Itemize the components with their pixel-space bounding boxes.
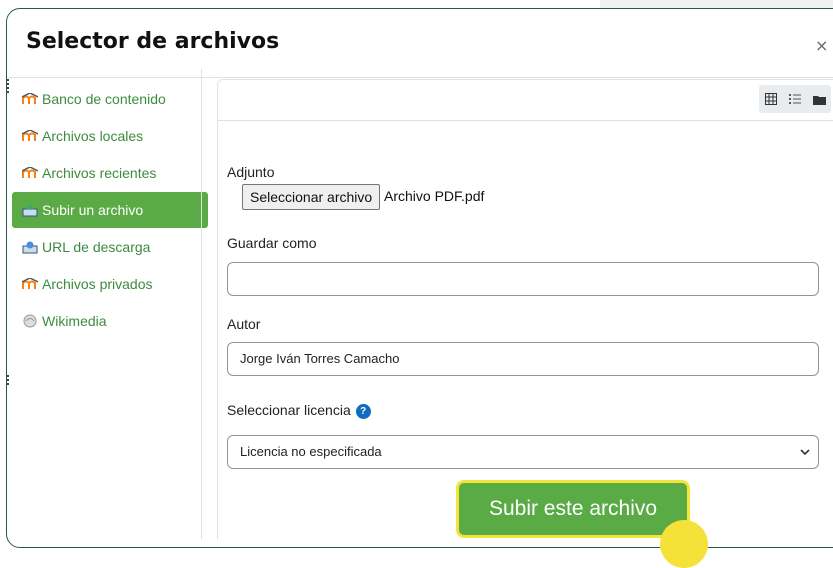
moodle-icon bbox=[22, 129, 38, 143]
file-toolbar bbox=[217, 79, 833, 121]
license-select[interactable]: Licencia no especificada bbox=[227, 435, 819, 469]
moodle-icon bbox=[22, 277, 38, 291]
grid-view-icon[interactable] bbox=[759, 85, 783, 113]
sidebar-item-label: Archivos recientes bbox=[42, 165, 157, 181]
content-divider bbox=[217, 119, 218, 539]
choose-file-button[interactable]: Seleccionar archivo bbox=[242, 184, 381, 210]
sidebar-item-recent-files[interactable]: Archivos recientes bbox=[12, 155, 208, 191]
close-icon[interactable]: × bbox=[815, 36, 828, 55]
help-icon[interactable]: ? bbox=[355, 403, 371, 419]
view-switcher bbox=[759, 85, 831, 113]
sidebar-item-private-files[interactable]: Archivos privados bbox=[12, 266, 208, 302]
license-label: Seleccionar licencia bbox=[227, 402, 351, 418]
header-divider bbox=[7, 77, 833, 78]
sidebar-item-download-url[interactable]: URL de descarga bbox=[12, 229, 208, 265]
repository-sidebar: Banco de contenido Archivos locales Arch… bbox=[12, 81, 208, 340]
click-highlight bbox=[660, 520, 708, 568]
save-as-input[interactable] bbox=[227, 262, 819, 296]
selected-file-name: Archivo PDF.pdf bbox=[384, 188, 485, 204]
sidebar-item-label: Subir un archivo bbox=[42, 202, 144, 218]
sidebar-item-upload[interactable]: Subir un archivo bbox=[12, 192, 208, 228]
moodle-icon bbox=[22, 92, 38, 106]
sidebar-item-local-files[interactable]: Archivos locales bbox=[12, 118, 208, 154]
author-label: Autor bbox=[227, 316, 261, 332]
folder-view-icon[interactable] bbox=[807, 85, 831, 113]
sidebar-item-label: URL de descarga bbox=[42, 239, 151, 255]
save-as-label: Guardar como bbox=[227, 235, 317, 251]
sidebar-divider bbox=[201, 69, 202, 539]
attachment-label: Adjunto bbox=[227, 164, 275, 180]
moodle-icon bbox=[22, 166, 38, 180]
upload-file-button[interactable]: Subir este archivo bbox=[456, 480, 690, 538]
resize-handle[interactable] bbox=[7, 375, 12, 385]
sidebar-item-content-bank[interactable]: Banco de contenido bbox=[12, 81, 208, 117]
sidebar-item-wikimedia[interactable]: Wikimedia bbox=[12, 303, 208, 339]
sidebar-item-label: Banco de contenido bbox=[42, 91, 166, 107]
upload-icon bbox=[22, 203, 38, 217]
chevron-down-icon bbox=[800, 436, 810, 468]
sidebar-item-label: Wikimedia bbox=[42, 313, 107, 329]
list-view-icon[interactable] bbox=[783, 85, 807, 113]
author-input[interactable]: Jorge Iván Torres Camacho bbox=[227, 342, 819, 376]
license-label-row: Seleccionar licencia? bbox=[227, 402, 371, 419]
license-select-value: Licencia no especificada bbox=[240, 444, 382, 459]
sidebar-item-label: Archivos locales bbox=[42, 128, 144, 144]
sidebar-item-label: Archivos privados bbox=[42, 276, 153, 292]
download-url-icon bbox=[22, 240, 38, 254]
wikimedia-icon bbox=[22, 314, 38, 328]
dialog-title: Selector de archivos bbox=[26, 29, 280, 54]
